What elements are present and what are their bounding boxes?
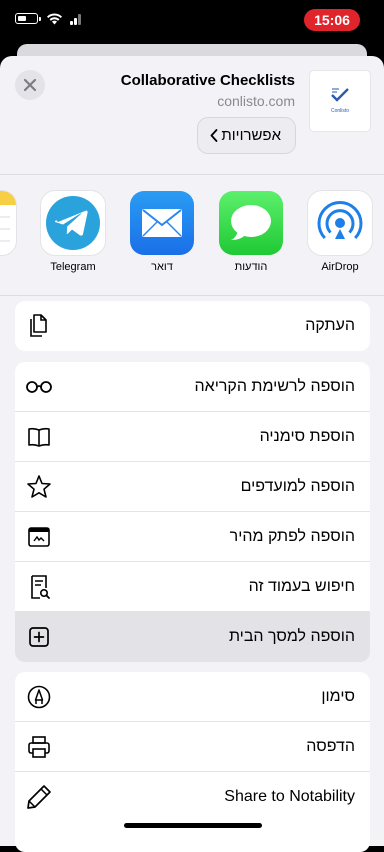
print-icon bbox=[28, 736, 50, 758]
quick-note-icon bbox=[28, 527, 50, 547]
action-add-quick-note[interactable]: הוספה לפתק מהיר bbox=[15, 512, 370, 562]
action-print[interactable]: הדפסה bbox=[15, 722, 370, 772]
action-label: Share to Notability bbox=[224, 788, 355, 805]
find-on-page-icon bbox=[31, 575, 50, 599]
mail-icon bbox=[130, 191, 194, 255]
action-label: הוספה לפתק מהיר bbox=[229, 528, 355, 545]
airdrop-icon bbox=[308, 191, 372, 255]
messages-icon bbox=[219, 191, 283, 255]
favorites-star-icon bbox=[27, 475, 51, 498]
action-find-on-page[interactable]: חיפוש בעמוד זה bbox=[15, 562, 370, 612]
action-label: הוספה למסך הבית bbox=[228, 628, 355, 645]
home-indicator[interactable] bbox=[124, 823, 262, 828]
action-label: הוספה למועדפים bbox=[240, 478, 355, 495]
action-label: הוספת סימניה bbox=[259, 428, 355, 445]
close-button[interactable] bbox=[15, 70, 45, 100]
action-group-copy: העתקה bbox=[15, 301, 370, 351]
app-label: הודעות bbox=[234, 261, 268, 273]
bookmark-icon bbox=[28, 427, 50, 447]
copy-icon bbox=[30, 314, 47, 337]
page-thumbnail: Conlisto bbox=[310, 71, 370, 131]
status-time: 15:06 bbox=[304, 9, 360, 31]
app-label: AirDrop bbox=[321, 261, 359, 273]
telegram-icon bbox=[41, 191, 105, 255]
battery-icon bbox=[15, 13, 41, 24]
action-label: סימון bbox=[321, 688, 355, 705]
action-add-reading-list[interactable]: הוספה לרשימת הקריאה bbox=[15, 362, 370, 412]
reading-list-icon bbox=[26, 381, 52, 393]
close-icon bbox=[24, 79, 36, 91]
conlisto-logo-icon bbox=[331, 88, 349, 102]
app-label: Telegram bbox=[50, 261, 96, 273]
pencil-icon bbox=[27, 785, 51, 809]
app-mail[interactable]: דואר bbox=[130, 191, 194, 273]
action-add-bookmark[interactable]: הוספת סימניה bbox=[15, 412, 370, 462]
action-share-to-notability[interactable]: Share to Notability bbox=[15, 772, 370, 822]
signal-icon bbox=[70, 12, 81, 25]
action-markup[interactable]: סימון bbox=[15, 672, 370, 722]
action-add-to-home-screen[interactable]: הוספה למסך הבית bbox=[15, 612, 370, 662]
chevron-left-icon bbox=[210, 129, 218, 142]
app-label: דואר bbox=[151, 261, 173, 273]
app-airdrop[interactable]: AirDrop bbox=[308, 191, 372, 273]
app-telegram[interactable]: Telegram bbox=[41, 191, 105, 273]
action-label: הוספה לרשימת הקריאה bbox=[194, 378, 355, 395]
app-messages[interactable]: הודעות bbox=[219, 191, 283, 273]
options-button[interactable]: אפשרויות bbox=[198, 118, 295, 153]
shared-page-domain: conlisto.com bbox=[217, 93, 295, 109]
share-sheet: Collaborative Checklists conlisto.com Co… bbox=[0, 56, 384, 852]
add-to-home-icon bbox=[29, 627, 49, 647]
action-label: העתקה bbox=[305, 317, 355, 334]
action-group-page: הוספה לרשימת הקריאה הוספת סימניה הוספה ל… bbox=[15, 362, 370, 662]
apps-divider bbox=[0, 295, 384, 296]
header-divider bbox=[0, 174, 384, 175]
status-bar: 15:06 bbox=[0, 0, 384, 40]
thumbnail-caption: Conlisto bbox=[330, 108, 350, 114]
action-label: הדפסה bbox=[306, 738, 355, 755]
action-copy[interactable]: העתקה bbox=[15, 301, 370, 351]
action-add-favorites[interactable]: הוספה למועדפים bbox=[15, 462, 370, 512]
options-label: אפשרויות bbox=[221, 127, 281, 144]
notes-icon bbox=[0, 191, 16, 255]
wifi-icon bbox=[47, 13, 62, 25]
shared-page-title: Collaborative Checklists bbox=[120, 72, 295, 89]
action-label: חיפוש בעמוד זה bbox=[248, 578, 355, 595]
markup-icon bbox=[27, 685, 51, 709]
